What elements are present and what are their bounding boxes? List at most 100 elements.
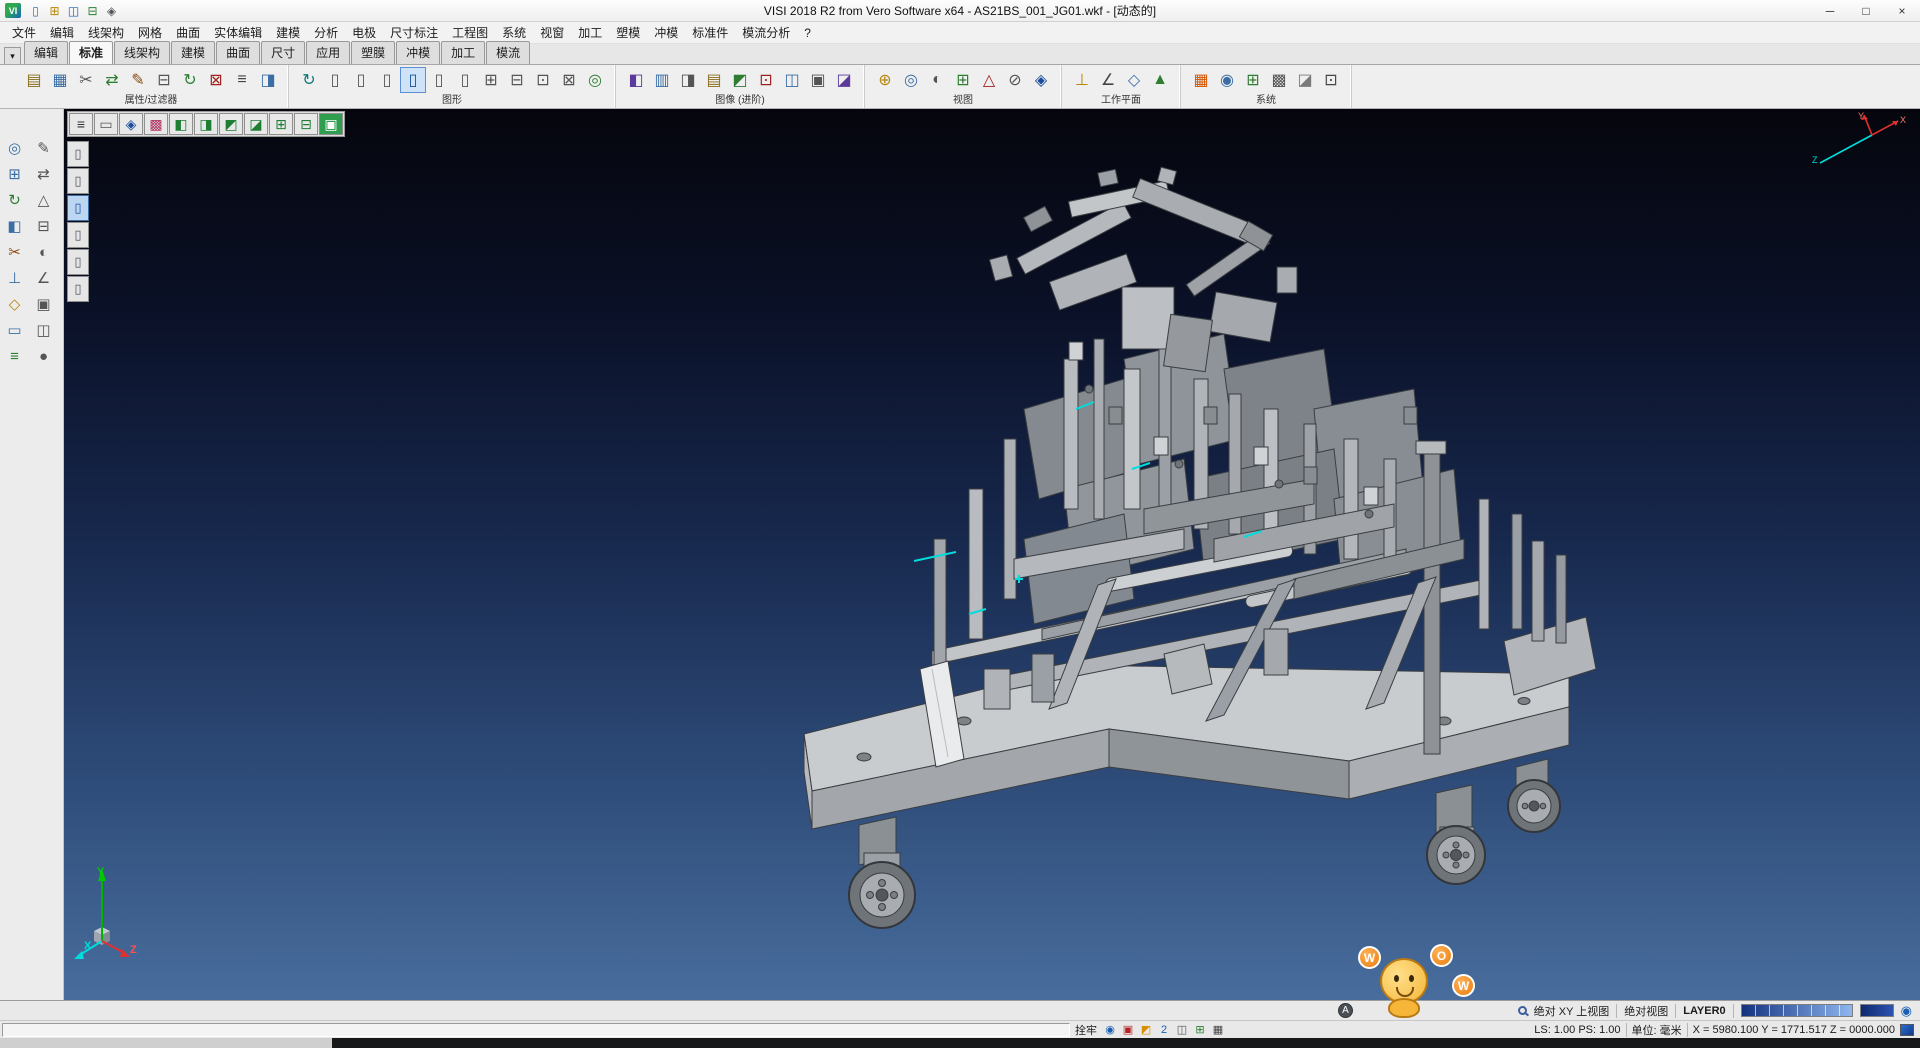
filter-toggle-2[interactable]: ▯	[67, 168, 89, 194]
radar-icon[interactable]: ◎	[582, 67, 608, 93]
grid-dot-icon[interactable]: ⊡	[530, 67, 556, 93]
tab[interactable]: 建模	[171, 41, 215, 64]
tab[interactable]: 线架构	[114, 41, 170, 64]
globe-icon[interactable]: ◉	[1214, 67, 1240, 93]
attributes-icon[interactable]: ▤	[21, 67, 47, 93]
tab[interactable]: 冲模	[396, 41, 440, 64]
half-shade-icon[interactable]: ◧	[0, 213, 29, 239]
help-2-icon[interactable]: 2	[1156, 1023, 1172, 1037]
menu-item[interactable]: 曲面	[169, 22, 207, 43]
tab[interactable]: 应用	[306, 41, 350, 64]
filter-toggle-6[interactable]: ▯	[67, 276, 89, 302]
tab[interactable]: 加工	[441, 41, 485, 64]
image-dot-icon[interactable]: ⊡	[753, 67, 779, 93]
cylinder-icon[interactable]: ▯	[426, 67, 452, 93]
filter-toggle-1[interactable]: ▯	[67, 141, 89, 167]
layer-state-icon[interactable]: ▦	[1210, 1023, 1226, 1037]
layer-label[interactable]: LAYER0	[1683, 1005, 1725, 1017]
grid-minus-icon[interactable]: ⊟	[504, 67, 530, 93]
image-lines-icon[interactable]: ▤	[701, 67, 727, 93]
menu-item[interactable]: 实体编辑	[207, 22, 269, 43]
view-menu-icon[interactable]: ≡	[69, 113, 93, 135]
tab[interactable]: 模流	[486, 41, 530, 64]
workplane-diamond-icon[interactable]: ◇	[1121, 67, 1147, 93]
view-cube-back-icon[interactable]: ◨	[194, 113, 218, 135]
maximize-button[interactable]: □	[1848, 0, 1884, 21]
cylinder-icon[interactable]: ▯	[348, 67, 374, 93]
menu-item[interactable]: 分析	[307, 22, 345, 43]
snap-label[interactable]: 拴牢	[1075, 1022, 1097, 1038]
menu-item[interactable]: 模流分析	[735, 22, 797, 43]
menu-item[interactable]: 尺寸标注	[383, 22, 445, 43]
layers-icon[interactable]: ≡	[0, 343, 29, 369]
point-icon[interactable]: ●	[29, 343, 58, 369]
view-cube-top-icon[interactable]: ◩	[219, 113, 243, 135]
image-rows-icon[interactable]: ▥	[649, 67, 675, 93]
menu-item[interactable]: 系统	[495, 22, 533, 43]
cylinder-icon[interactable]: ▯	[374, 67, 400, 93]
tab[interactable]: 尺寸	[261, 41, 305, 64]
gem-view-icon[interactable]: ◈	[1028, 67, 1054, 93]
regen-icon[interactable]: ↻	[296, 67, 322, 93]
menu-item[interactable]: 冲模	[647, 22, 685, 43]
view-cube-left-icon[interactable]: ⊞	[269, 113, 293, 135]
image-fill-icon[interactable]: ◪	[831, 67, 857, 93]
shaded-icon[interactable]: ◈	[119, 113, 143, 135]
tab[interactable]: 编辑	[24, 41, 68, 64]
wireframe-icon[interactable]: ▭	[94, 113, 118, 135]
window-grid-icon[interactable]: ⊞	[1240, 67, 1266, 93]
image-right-icon[interactable]: ◨	[675, 67, 701, 93]
save-icon[interactable]: ◫	[64, 2, 83, 19]
menu-item[interactable]: 标准件	[685, 22, 735, 43]
cut-icon[interactable]: ✂	[73, 67, 99, 93]
menu-item[interactable]: 加工	[571, 22, 609, 43]
clip-view-icon[interactable]: ⊘	[1002, 67, 1028, 93]
grid-view-icon[interactable]: ⊞	[950, 67, 976, 93]
delete-icon[interactable]: ⊠	[203, 67, 229, 93]
filter-grid-icon[interactable]: ▦	[47, 67, 73, 93]
workplane-normal-icon[interactable]: ⊥	[1069, 67, 1095, 93]
color-table-icon[interactable]: ▦	[1188, 67, 1214, 93]
tab[interactable]: 塑膜	[351, 41, 395, 64]
print-icon[interactable]: ⊟	[83, 2, 102, 19]
cad-model-canvas[interactable]	[64, 109, 1920, 1000]
triangle-icon[interactable]: △	[29, 187, 58, 213]
tab[interactable]: 标准	[69, 41, 113, 64]
taskbar-dark-segment[interactable]	[332, 1038, 1920, 1048]
hatch-icon[interactable]: ▩	[1266, 67, 1292, 93]
menu-item[interactable]: 建模	[269, 22, 307, 43]
select-icon[interactable]: ◎	[0, 135, 29, 161]
settings-icon[interactable]: ◈	[102, 2, 121, 19]
entity-snap-icon[interactable]: ◩	[1138, 1023, 1154, 1037]
menu-item[interactable]: 编辑	[43, 22, 81, 43]
half-square-icon[interactable]: ◪	[1292, 67, 1318, 93]
filter-toggle-4[interactable]: ▯	[67, 222, 89, 248]
split-icon[interactable]: ◫	[29, 317, 58, 343]
image-split-icon[interactable]: ◫	[779, 67, 805, 93]
units-label[interactable]: 单位: 毫米	[1632, 1022, 1682, 1038]
ortho-icon[interactable]: ◫	[1174, 1023, 1190, 1037]
menu-item[interactable]: 线架构	[81, 22, 131, 43]
view-cube-iso-icon[interactable]: ▣	[319, 113, 343, 135]
dot-grid-icon[interactable]: ⊡	[1318, 67, 1344, 93]
menu-item[interactable]: 网格	[131, 22, 169, 43]
rect-icon[interactable]: ▭	[0, 317, 29, 343]
image-left-icon[interactable]: ◧	[623, 67, 649, 93]
filter-toggle-3[interactable]: ▯	[67, 195, 89, 221]
menu-item[interactable]: 文件	[5, 22, 43, 43]
workplane-tri-icon[interactable]: ▲	[1147, 67, 1173, 93]
tab-dropdown-icon[interactable]: ▾	[4, 47, 21, 64]
render-mode-icon[interactable]: ▩	[144, 113, 168, 135]
minimize-button[interactable]: ─	[1812, 0, 1848, 21]
shade-icon[interactable]: ◐	[924, 67, 950, 93]
scale-label[interactable]: LS: 1.00 PS: 1.00	[1534, 1024, 1620, 1036]
track-icon[interactable]: ⊞	[1192, 1023, 1208, 1037]
active-color-chip[interactable]	[1900, 1024, 1914, 1036]
image-solid-icon[interactable]: ▣	[805, 67, 831, 93]
minus-icon[interactable]: ⊟	[29, 213, 58, 239]
absolute-view-label[interactable]: 绝对视图	[1624, 1003, 1668, 1019]
color-scale-bar[interactable]	[1741, 1004, 1853, 1017]
close-button[interactable]: ×	[1884, 0, 1920, 21]
cylinder-selected-icon[interactable]: ▯	[400, 67, 426, 93]
grid-snap-icon[interactable]: ▣	[1120, 1023, 1136, 1037]
